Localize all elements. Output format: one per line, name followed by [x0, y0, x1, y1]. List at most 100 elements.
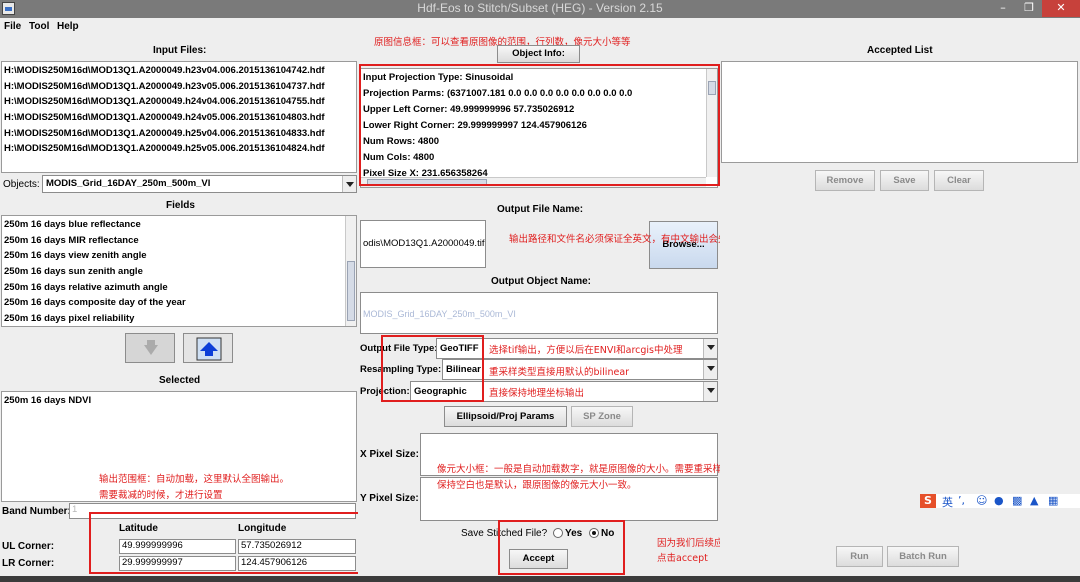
fields-label: Fields	[166, 200, 195, 211]
list-item[interactable]: 250m 16 days NDVI	[2, 393, 356, 409]
objects-value: MODIS_Grid_16DAY_250m_500m_VI	[46, 178, 211, 189]
batch-run-button[interactable]: Batch Run	[887, 546, 959, 567]
emoji-icon[interactable]: ☺	[976, 494, 987, 507]
save-stitched-label: Save Stitched File?	[461, 528, 548, 539]
note-projection: 直接保持地理坐标输出	[489, 388, 585, 399]
projection-label: Projection:	[360, 386, 410, 397]
accepted-list[interactable]	[721, 61, 1078, 163]
list-item[interactable]: H:\MODIS250M16d\MOD13Q1.A2000049.h25v05.…	[2, 141, 356, 157]
list-item[interactable]: H:\MODIS250M16d\MOD13Q1.A2000049.h25v04.…	[2, 126, 356, 142]
yes-label: Yes	[565, 528, 583, 539]
list-item[interactable]: H:\MODIS250M16d\MOD13Q1.A2000049.h23v04.…	[2, 63, 356, 79]
list-item[interactable]: 250m 16 days blue reflectance	[2, 217, 356, 233]
ul-latitude-field[interactable]: 49.999999996	[119, 539, 236, 554]
no-label: No	[601, 528, 615, 539]
note-resampling: 重采样类型直接用默认的bilinear	[489, 367, 630, 378]
resampling-type-value: Bilinear	[446, 364, 481, 375]
remove-field-button[interactable]	[125, 333, 175, 363]
objects-dropdown[interactable]: MODIS_Grid_16DAY_250m_500m_VI	[42, 175, 357, 193]
close-button[interactable]: ✕	[1042, 0, 1080, 17]
note-range-2: 需要裁减的时候，才进行设置	[99, 490, 223, 501]
run-button[interactable]: Run	[836, 546, 883, 567]
output-file-label: Output File Name:	[497, 204, 584, 215]
minimize-button[interactable]: –	[990, 0, 1016, 17]
sp-zone-button[interactable]: SP Zone	[571, 406, 633, 427]
fields-list[interactable]: 250m 16 days blue reflectance 250m 16 da…	[1, 215, 357, 327]
skin-icon[interactable]: ▲	[1030, 494, 1038, 507]
info-line: Projection Parms: (6371007.181 0.0 0.0 0…	[363, 88, 633, 99]
list-item[interactable]: 250m 16 days view zenith angle	[2, 248, 356, 264]
menu-help[interactable]: Help	[57, 21, 79, 32]
list-item[interactable]: 250m 16 days sun zenith angle	[2, 264, 356, 280]
output-file-type-label: Output File Type:	[360, 343, 438, 354]
band-number-field[interactable]: 1	[69, 503, 356, 519]
output-object-field[interactable]: MODIS_Grid_16DAY_250m_500m_VI	[360, 292, 718, 334]
arrow-up-icon	[196, 337, 222, 361]
window-title: Hdf-Eos to Stitch/Subset (HEG) - Version…	[417, 1, 663, 15]
band-number-label: Band Number:	[2, 506, 71, 517]
output-file-type-value: GeoTIFF	[440, 343, 479, 354]
input-files-label: Input Files:	[153, 45, 207, 56]
no-radio[interactable]	[589, 528, 599, 538]
toolbox-icon[interactable]: ▦	[1048, 494, 1058, 507]
info-vertical-scrollbar[interactable]	[706, 69, 717, 177]
input-files-list[interactable]: H:\MODIS250M16d\MOD13Q1.A2000049.h23v04.…	[1, 61, 357, 173]
output-object-label: Output Object Name:	[491, 276, 592, 287]
keyboard-icon[interactable]: ▩	[1012, 494, 1022, 507]
ul-longitude-field[interactable]: 57.735026912	[238, 539, 356, 554]
note-pixel-2: 保持空白也是默认，跟原图像的像元大小一致。	[437, 480, 637, 491]
object-info-text[interactable]: Input Projection Type: Sinusoidal Projec…	[360, 68, 718, 188]
punctuation-icon[interactable]: ’,	[958, 494, 965, 507]
fields-scrollbar[interactable]	[345, 216, 356, 326]
menu-tool[interactable]: Tool	[29, 21, 49, 32]
yes-radio[interactable]	[553, 528, 563, 538]
objects-label: Objects:	[3, 179, 40, 190]
info-line: Num Rows: 4800	[363, 136, 440, 147]
info-horizontal-scrollbar[interactable]	[361, 177, 706, 187]
lr-corner-label: LR Corner:	[2, 558, 55, 569]
title-bar: Hdf-Eos to Stitch/Subset (HEG) - Version…	[0, 0, 1080, 18]
note-output-type: 选择tif输出，方便以后在ENVI和arcgis中处理	[489, 345, 683, 356]
chevron-down-icon[interactable]	[703, 360, 717, 379]
info-line: Upper Left Corner: 49.999999996 57.73502…	[363, 104, 575, 115]
ime-toolbar[interactable]: S 英 ’, ☺ ● ▩ ▲ ▦	[920, 494, 1080, 510]
accepted-list-label: Accepted List	[867, 45, 933, 56]
x-pixel-size-label: X Pixel Size:	[360, 449, 419, 460]
y-pixel-size-label: Y Pixel Size:	[360, 493, 419, 504]
maximize-button[interactable]: ❐	[1016, 0, 1042, 17]
list-item[interactable]: 250m 16 days composite day of the year	[2, 295, 356, 311]
object-info-button[interactable]: Object Info:	[497, 45, 580, 63]
chevron-down-icon[interactable]	[342, 176, 356, 192]
ellipsoid-proj-params-button[interactable]: Ellipsoid/Proj Params	[444, 406, 567, 427]
list-item[interactable]: 250m 16 days MIR reflectance	[2, 233, 356, 249]
menu-file[interactable]: File	[4, 21, 21, 32]
taskbar	[0, 576, 1080, 582]
selected-list[interactable]: 250m 16 days NDVI	[1, 391, 357, 502]
info-line: Lower Right Corner: 29.999999997 124.457…	[363, 120, 587, 131]
microphone-icon[interactable]: ●	[994, 494, 1004, 507]
output-file-field[interactable]: odis\MOD13Q1.A2000049.tif	[360, 220, 486, 268]
list-item[interactable]: H:\MODIS250M16d\MOD13Q1.A2000049.h24v05.…	[2, 110, 356, 126]
add-field-button[interactable]	[183, 333, 233, 363]
chevron-down-icon[interactable]	[703, 339, 717, 358]
projection-value: Geographic	[414, 386, 467, 397]
save-button[interactable]: Save	[880, 170, 929, 191]
remove-button[interactable]: Remove	[815, 170, 875, 191]
lr-latitude-field[interactable]: 29.999999997	[119, 556, 236, 571]
list-item[interactable]: H:\MODIS250M16d\MOD13Q1.A2000049.h23v05.…	[2, 79, 356, 95]
ime-language[interactable]: 英	[942, 494, 953, 510]
clear-button[interactable]: Clear	[934, 170, 984, 191]
ime-logo[interactable]: S	[920, 494, 936, 508]
accept-button[interactable]: Accept	[509, 549, 568, 569]
list-item[interactable]: 250m 16 days relative azimuth angle	[2, 280, 356, 296]
note-output-path: 输出路径和文件名必须保证全英文，有中文输出会失败	[509, 234, 738, 245]
browse-button[interactable]: Browse...	[649, 221, 718, 269]
info-line: Input Projection Type: Sinusoidal	[363, 72, 514, 83]
resampling-type-label: Resampling Type:	[360, 364, 442, 375]
lr-longitude-field[interactable]: 124.457906126	[238, 556, 356, 571]
chevron-down-icon[interactable]	[703, 382, 717, 401]
note-accept-2: 点击accept	[657, 553, 708, 564]
list-item[interactable]: 250m 16 days pixel reliability	[2, 311, 356, 326]
list-item[interactable]: H:\MODIS250M16d\MOD13Q1.A2000049.h24v04.…	[2, 94, 356, 110]
arrow-down-icon	[144, 340, 158, 355]
